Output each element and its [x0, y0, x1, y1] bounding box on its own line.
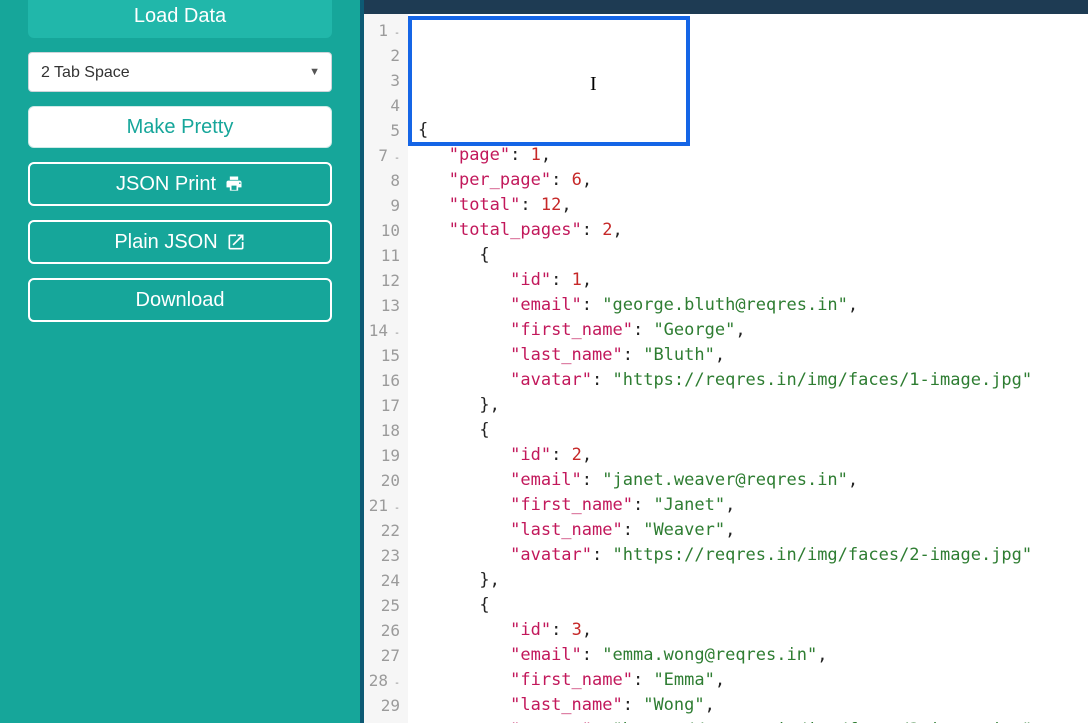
line-number: 1 -	[364, 18, 400, 43]
download-button[interactable]: Download	[28, 278, 332, 322]
make-pretty-label: Make Pretty	[127, 116, 234, 139]
code-area[interactable]: 1 -23457 -891011121314 -15161718192021 -…	[364, 14, 1088, 723]
text-cursor-icon: I	[590, 72, 597, 97]
line-number: 7 -	[364, 143, 400, 168]
code-line: {	[418, 593, 1088, 618]
code-content: I { "page": 1, "per_page": 6, "total": 1…	[408, 14, 1088, 723]
code-editor: 1 -23457 -891011121314 -15161718192021 -…	[360, 0, 1088, 723]
line-number: 5	[364, 118, 400, 143]
line-number: 26	[364, 618, 400, 643]
line-number: 10	[364, 218, 400, 243]
line-number: 24	[364, 568, 400, 593]
code-line: "id": 3,	[418, 618, 1088, 643]
line-number: 3	[364, 68, 400, 93]
tab-space-select[interactable]: 2 Tab Space	[28, 52, 332, 92]
line-number: 27	[364, 643, 400, 668]
code-line: "email": "george.bluth@reqres.in",	[418, 293, 1088, 318]
code-line: "first_name": "Emma",	[418, 668, 1088, 693]
code-line: "total": 12,	[418, 193, 1088, 218]
tab-space-select-wrap: 2 Tab Space ▼	[28, 52, 332, 92]
line-number: 20	[364, 468, 400, 493]
editor-toolbar	[364, 0, 1088, 14]
line-number: 23	[364, 543, 400, 568]
line-number: 30	[364, 718, 400, 723]
plain-json-button[interactable]: Plain JSON	[28, 220, 332, 264]
line-number: 8	[364, 168, 400, 193]
line-number: 16	[364, 368, 400, 393]
line-number: 29	[364, 693, 400, 718]
sidebar: Load Data 2 Tab Space ▼ Make Pretty JSON…	[0, 0, 360, 723]
json-print-label: JSON Print	[116, 173, 216, 196]
line-number: 9	[364, 193, 400, 218]
code-line: "first_name": "Janet",	[418, 493, 1088, 518]
line-number: 18	[364, 418, 400, 443]
line-number: 17	[364, 393, 400, 418]
plain-json-label: Plain JSON	[114, 231, 217, 254]
code-line: "last_name": "Bluth",	[418, 343, 1088, 368]
code-line: "id": 2,	[418, 443, 1088, 468]
json-print-button[interactable]: JSON Print	[28, 162, 332, 206]
line-number: 19	[364, 443, 400, 468]
make-pretty-button[interactable]: Make Pretty	[28, 106, 332, 148]
code-line: "page": 1,	[418, 143, 1088, 168]
code-line: "email": "emma.wong@reqres.in",	[418, 643, 1088, 668]
code-line: "avatar": "https://reqres.in/img/faces/3…	[418, 718, 1088, 723]
line-number-gutter: 1 -23457 -891011121314 -15161718192021 -…	[364, 14, 408, 723]
load-data-button[interactable]: Load Data	[28, 0, 332, 38]
load-data-label: Load Data	[134, 5, 226, 28]
print-icon	[224, 174, 244, 194]
line-number: 25	[364, 593, 400, 618]
code-line: },	[418, 393, 1088, 418]
code-line: {	[418, 418, 1088, 443]
code-line: "last_name": "Weaver",	[418, 518, 1088, 543]
code-line: "avatar": "https://reqres.in/img/faces/1…	[418, 368, 1088, 393]
download-label: Download	[136, 289, 225, 312]
line-number: 15	[364, 343, 400, 368]
line-number: 13	[364, 293, 400, 318]
code-line: {	[418, 118, 1088, 143]
code-line: {	[418, 243, 1088, 268]
code-line: "email": "janet.weaver@reqres.in",	[418, 468, 1088, 493]
line-number: 14 -	[364, 318, 400, 343]
code-line: "last_name": "Wong",	[418, 693, 1088, 718]
line-number: 28 -	[364, 668, 400, 693]
line-number: 4	[364, 93, 400, 118]
external-link-icon	[226, 232, 246, 252]
code-line: "total_pages": 2,	[418, 218, 1088, 243]
line-number: 21 -	[364, 493, 400, 518]
line-number: 12	[364, 268, 400, 293]
code-line: "avatar": "https://reqres.in/img/faces/2…	[418, 543, 1088, 568]
code-line: "per_page": 6,	[418, 168, 1088, 193]
code-line: "first_name": "George",	[418, 318, 1088, 343]
code-line: "id": 1,	[418, 268, 1088, 293]
line-number: 2	[364, 43, 400, 68]
line-number: 11	[364, 243, 400, 268]
code-line: },	[418, 568, 1088, 593]
line-number: 22	[364, 518, 400, 543]
